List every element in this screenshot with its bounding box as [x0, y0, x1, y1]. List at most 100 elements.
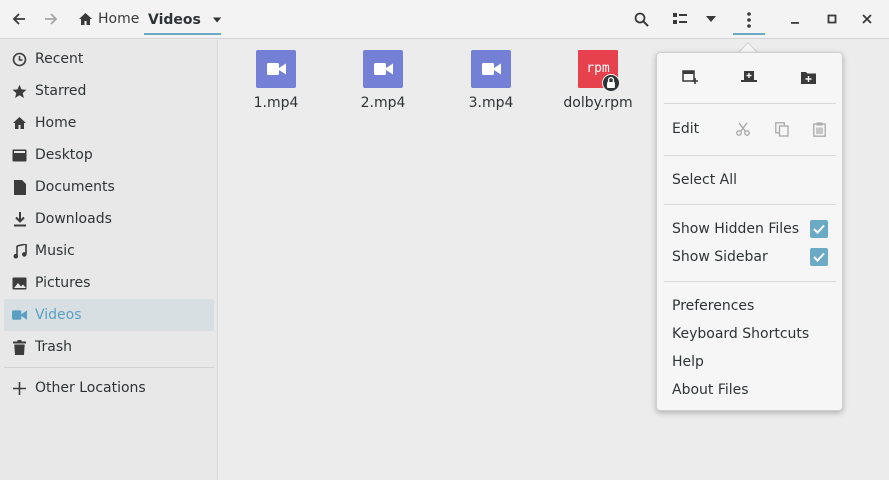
document-icon: [12, 179, 27, 195]
close-button[interactable]: [856, 6, 878, 32]
file-name: 1.mp4: [253, 95, 299, 111]
video-file-icon: [471, 50, 511, 90]
breadcrumb-current[interactable]: Videos: [144, 6, 221, 35]
home-icon: [79, 13, 92, 25]
breadcrumb-home-label: Home: [98, 11, 140, 27]
sidebar-item-label: Downloads: [35, 211, 112, 227]
select-all-item[interactable]: Select All: [672, 168, 737, 192]
file-name: dolby.rpm: [563, 95, 633, 111]
kebab-menu-icon: [747, 11, 751, 28]
sidebar-divider: [4, 367, 214, 368]
new-window-icon: [682, 70, 698, 84]
scissors-icon: [736, 122, 750, 136]
cut-button[interactable]: [731, 117, 755, 141]
trash-icon: [12, 339, 27, 355]
sidebar-item-recent[interactable]: Recent: [4, 43, 214, 75]
chevron-down-icon: [212, 17, 221, 22]
download-icon: [12, 211, 27, 227]
main-menu-popover: Edit Select All Show Hidden Files Show S…: [656, 52, 843, 411]
sidebar-item-other-locations[interactable]: Other Locations: [4, 372, 214, 404]
sidebar-item-label: Starred: [35, 83, 87, 99]
breadcrumb-current-label: Videos: [148, 11, 201, 28]
rpm-thumb-text: rpm: [586, 61, 610, 76]
go-forward-icon: [45, 13, 58, 25]
sidebar-item-home[interactable]: Home: [4, 107, 214, 139]
list-view-icon: [673, 13, 687, 24]
menu-divider: [664, 155, 836, 156]
rpm-package-icon: rpm: [578, 50, 620, 92]
sidebar-item-trash[interactable]: Trash: [4, 331, 214, 363]
sidebar-item-label: Documents: [35, 179, 115, 195]
preferences-item[interactable]: Preferences: [672, 294, 754, 318]
chevron-down-icon: [706, 16, 716, 22]
sidebar-item-label: Other Locations: [35, 380, 146, 396]
sidebar-item-documents[interactable]: Documents: [4, 171, 214, 203]
maximize-icon: [827, 14, 837, 24]
minimize-icon: [791, 22, 799, 24]
sidebar-item-pictures[interactable]: Pictures: [4, 267, 214, 299]
go-back-icon: [12, 13, 25, 25]
video-icon: [12, 308, 27, 323]
breadcrumb-home[interactable]: Home: [78, 6, 139, 32]
view-toggle-button[interactable]: [669, 6, 691, 32]
video-file-icon: [363, 50, 403, 90]
header-bar: Home Videos: [0, 0, 889, 39]
checkmark-icon: [813, 252, 825, 262]
file-item[interactable]: 1.mp4: [226, 50, 326, 120]
checkmark-icon: [813, 224, 825, 234]
minimize-button[interactable]: [784, 6, 806, 32]
sidebar-item-label: Videos: [35, 307, 82, 323]
keyboard-shortcuts-item[interactable]: Keyboard Shortcuts: [672, 322, 809, 346]
picture-icon: [12, 276, 27, 291]
copy-icon: [775, 121, 789, 137]
file-item[interactable]: 2.mp4: [333, 50, 433, 120]
sidebar-item-desktop[interactable]: Desktop: [4, 139, 214, 171]
plus-icon: [12, 381, 27, 396]
clock-icon: [12, 52, 27, 67]
main-menu-button[interactable]: [733, 6, 765, 35]
help-item[interactable]: Help: [672, 350, 704, 374]
show-hidden-files-checkbox[interactable]: [810, 220, 828, 238]
sidebar-item-label: Desktop: [35, 147, 93, 163]
home-icon: [12, 116, 27, 131]
menu-divider: [664, 103, 836, 104]
sidebar: Recent Starred Home Desktop Documents Do…: [0, 40, 218, 480]
sidebar-item-label: Trash: [35, 339, 72, 355]
copy-button[interactable]: [770, 117, 794, 141]
sidebar-item-starred[interactable]: Starred: [4, 75, 214, 107]
new-folder-icon: [800, 71, 816, 84]
about-item[interactable]: About Files: [672, 378, 749, 402]
file-name: 2.mp4: [360, 95, 406, 111]
sidebar-item-label: Home: [35, 115, 77, 131]
view-options-button[interactable]: [700, 6, 722, 32]
desktop-icon: [12, 148, 27, 163]
new-tab-icon: [741, 71, 757, 82]
edit-label: Edit: [672, 121, 700, 137]
star-icon: [12, 84, 27, 99]
file-item[interactable]: 3.mp4: [441, 50, 541, 120]
sidebar-item-label: Recent: [35, 51, 84, 67]
show-sidebar-checkbox[interactable]: [810, 248, 828, 266]
video-file-icon: [256, 50, 296, 90]
show-sidebar-item[interactable]: Show Sidebar: [672, 245, 768, 269]
paste-button[interactable]: [807, 117, 831, 141]
new-window-button[interactable]: [678, 65, 702, 89]
clipboard-icon: [812, 122, 826, 137]
back-button[interactable]: [8, 6, 30, 32]
sidebar-item-label: Pictures: [35, 275, 91, 291]
maximize-button[interactable]: [821, 6, 843, 32]
menu-divider: [664, 281, 836, 282]
close-icon: [862, 14, 872, 24]
sidebar-item-music[interactable]: Music: [4, 235, 214, 267]
show-hidden-files-item[interactable]: Show Hidden Files: [672, 217, 799, 241]
forward-button[interactable]: [40, 6, 62, 32]
file-item[interactable]: rpm dolby.rpm: [548, 50, 648, 120]
search-button[interactable]: [630, 6, 652, 32]
sidebar-item-downloads[interactable]: Downloads: [4, 203, 214, 235]
sidebar-item-label: Music: [35, 243, 75, 259]
menu-divider: [664, 204, 836, 205]
new-tab-button[interactable]: [737, 65, 761, 89]
new-folder-button[interactable]: [796, 65, 820, 89]
sidebar-item-videos[interactable]: Videos: [4, 299, 214, 331]
search-icon: [634, 12, 649, 27]
